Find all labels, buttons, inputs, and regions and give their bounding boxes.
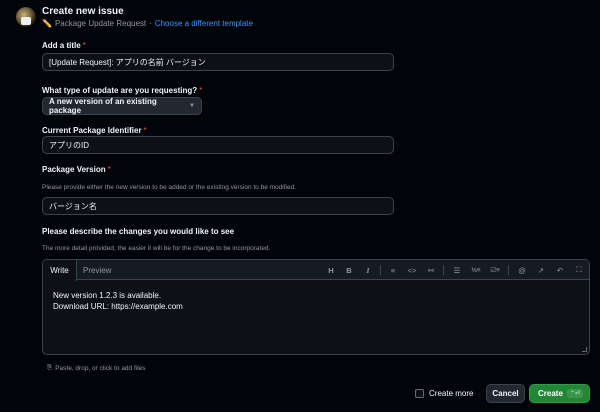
code-icon[interactable]: <>: [407, 265, 417, 275]
undo-icon[interactable]: ↶: [555, 265, 565, 275]
avatar: [16, 7, 36, 27]
link-icon[interactable]: ⚯: [426, 265, 436, 275]
required-mark: *: [82, 41, 86, 50]
caret-down-icon: ▼: [189, 103, 195, 109]
keyboard-shortcut-icon: ⌃⏎: [566, 389, 583, 398]
package-identifier-label: Current Package Identifier *: [42, 126, 147, 135]
required-mark: *: [143, 126, 147, 135]
update-type-selected: A new version of an existing package: [49, 97, 157, 115]
editor-textarea[interactable]: New version 1.2.3 is available. Download…: [53, 290, 183, 312]
tab-write[interactable]: Write: [43, 260, 77, 281]
pencil-icon: ✏️: [42, 19, 52, 28]
title-label: Add a title *: [42, 41, 86, 50]
create-button[interactable]: Create ⌃⏎: [529, 384, 590, 403]
update-type-dropdown[interactable]: A new version of an existing package ▼: [42, 97, 202, 115]
italic-icon[interactable]: I: [363, 265, 373, 275]
editor-line: New version 1.2.3 is available.: [53, 291, 162, 300]
package-version-hint: Please provide either the new version to…: [42, 184, 297, 191]
template-separator: ·: [149, 19, 152, 28]
paperclip-icon: ⎘: [47, 364, 53, 371]
toolbar-divider: [380, 265, 381, 275]
tab-preview[interactable]: Preview: [83, 260, 111, 280]
fullscreen-icon[interactable]: ⛶: [574, 265, 584, 275]
reference-icon[interactable]: ↗: [536, 265, 546, 275]
ordered-list-icon[interactable]: ⅓≡: [471, 265, 481, 275]
choose-template-link[interactable]: Choose a different template: [155, 19, 253, 28]
template-info: ✏️ Package Update Request · Choose a dif…: [42, 19, 253, 28]
editor-toolbar: Write Preview H B I ≡ <> ⚯ ☰ ⅓≡ ☑≡ @ ↗ ↶…: [43, 260, 589, 281]
package-version-label: Package Version *: [42, 165, 111, 174]
attach-files[interactable]: ⎘ Paste, drop, or click to add files: [47, 364, 146, 372]
description-label: Please describe the changes you would li…: [42, 227, 235, 236]
create-more-label[interactable]: Create more: [429, 389, 473, 398]
cancel-button[interactable]: Cancel: [486, 384, 525, 403]
resize-handle-icon[interactable]: [582, 347, 587, 352]
template-name: Package Update Request: [54, 19, 147, 28]
required-mark: *: [199, 86, 203, 95]
create-button-label: Create: [538, 389, 563, 398]
update-type-label: What type of update are you requesting? *: [42, 86, 203, 95]
task-list-icon[interactable]: ☑≡: [490, 265, 500, 275]
description-editor: Write Preview H B I ≡ <> ⚯ ☰ ⅓≡ ☑≡ @ ↗ ↶…: [42, 259, 590, 355]
description-hint: The more detail provided, the easier it …: [42, 245, 271, 252]
create-more-checkbox[interactable]: [415, 389, 424, 398]
attach-hint: Paste, drop, or click to add files: [55, 364, 146, 372]
heading-icon[interactable]: H: [326, 265, 336, 275]
toolbar-divider: [443, 265, 444, 275]
bold-icon[interactable]: B: [344, 265, 354, 275]
quote-icon[interactable]: ≡: [388, 265, 398, 275]
page-title: Create new issue: [42, 6, 124, 17]
package-identifier-input[interactable]: アプリのID: [42, 136, 394, 154]
editor-line: Download URL: https://example.com: [53, 302, 183, 311]
required-mark: *: [107, 165, 111, 174]
toolbar-divider: [508, 265, 509, 275]
mention-icon[interactable]: @: [517, 265, 527, 275]
title-input[interactable]: [Update Request]: アプリの名前 バージョン: [42, 53, 394, 71]
unordered-list-icon[interactable]: ☰: [452, 265, 462, 275]
package-version-input[interactable]: バージョン名: [42, 197, 394, 215]
